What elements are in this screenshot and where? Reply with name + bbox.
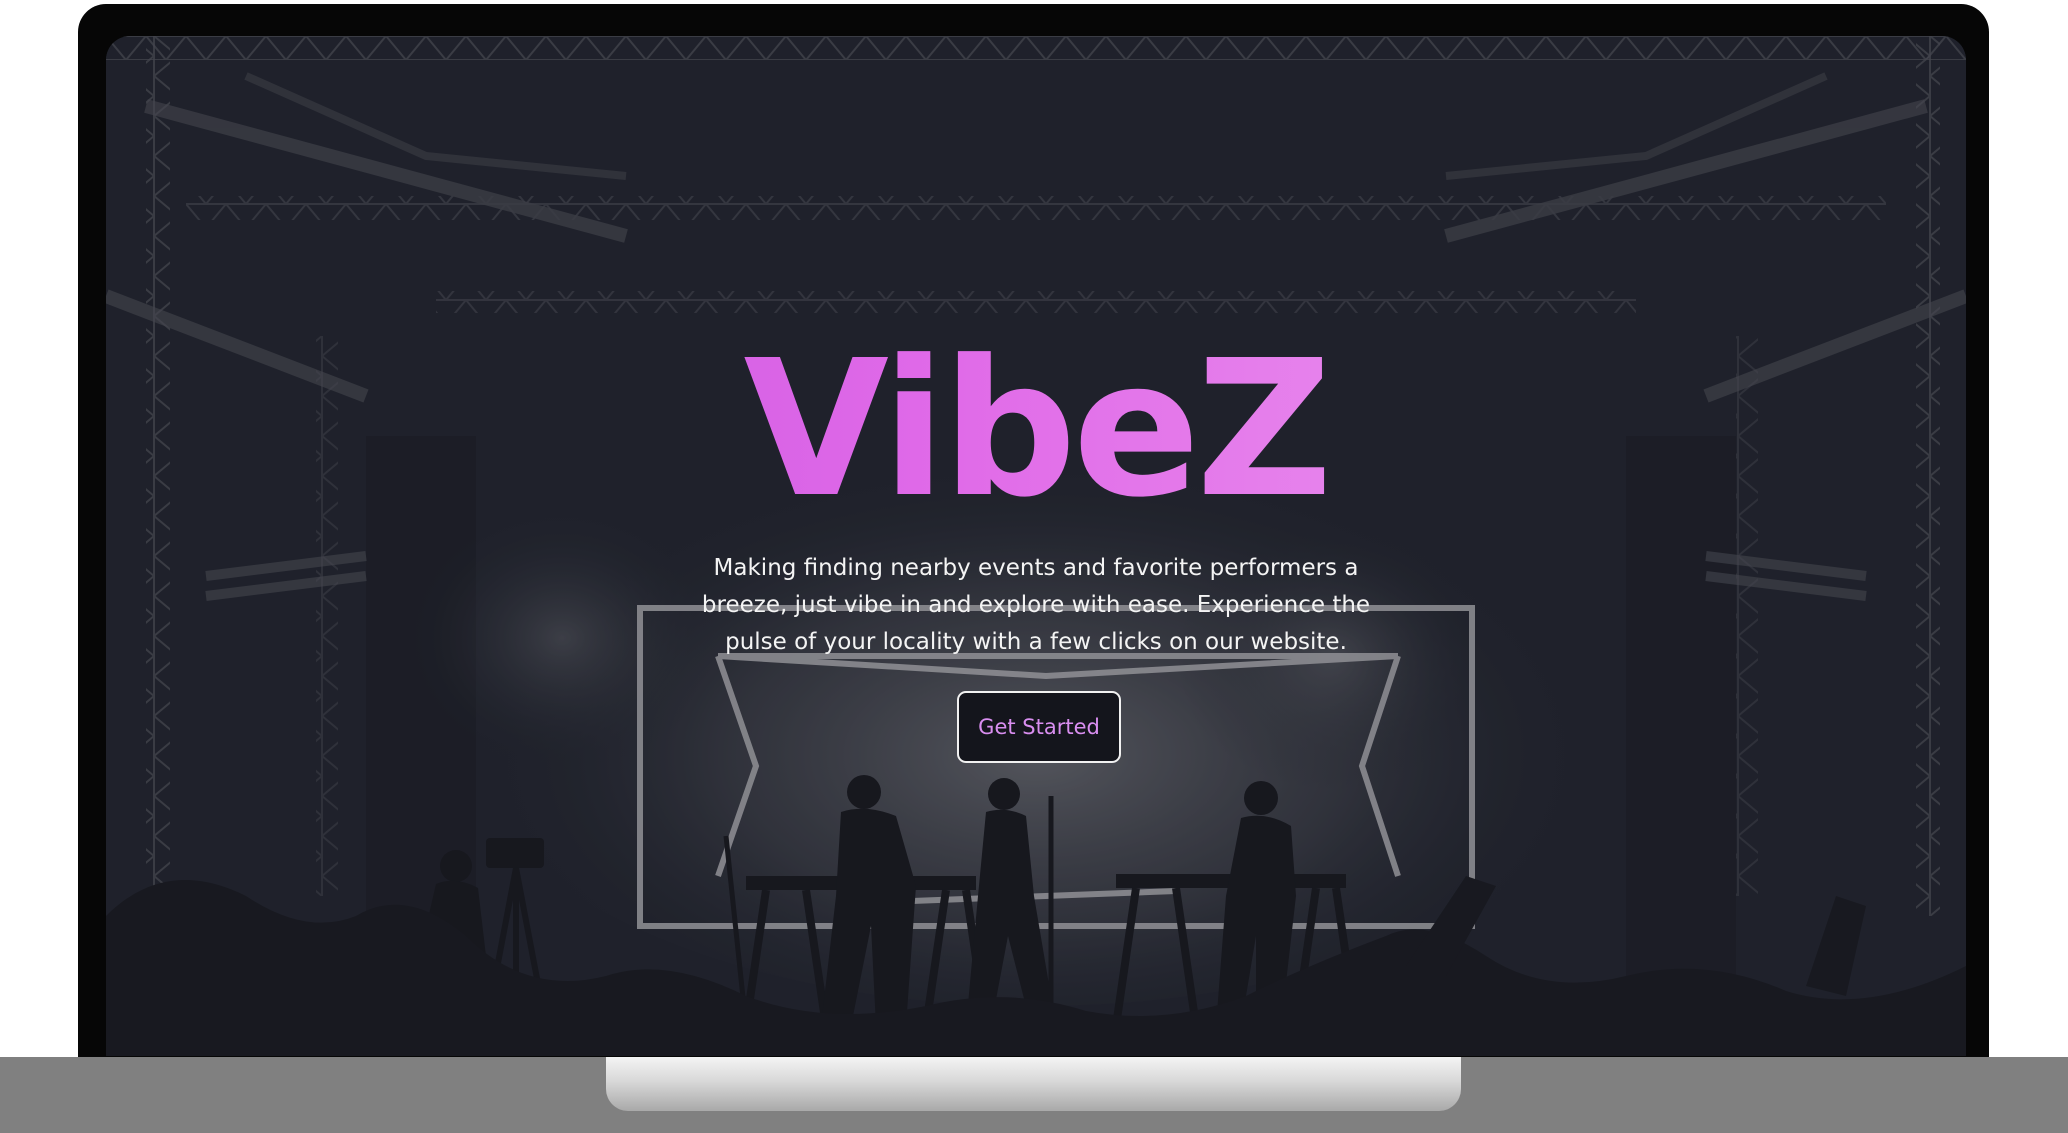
laptop-screen: VibeZ Making finding nearby events and f…: [106, 36, 1966, 1056]
laptop-hinge-notch: [606, 1057, 1461, 1111]
get-started-button[interactable]: Get Started: [957, 691, 1121, 763]
hero-section: VibeZ Making finding nearby events and f…: [106, 36, 1966, 1056]
hero-title: VibeZ: [106, 336, 1966, 524]
hero-description: Making finding nearby events and favorit…: [701, 555, 1371, 655]
laptop-mockup: VibeZ Making finding nearby events and f…: [0, 0, 2068, 1133]
